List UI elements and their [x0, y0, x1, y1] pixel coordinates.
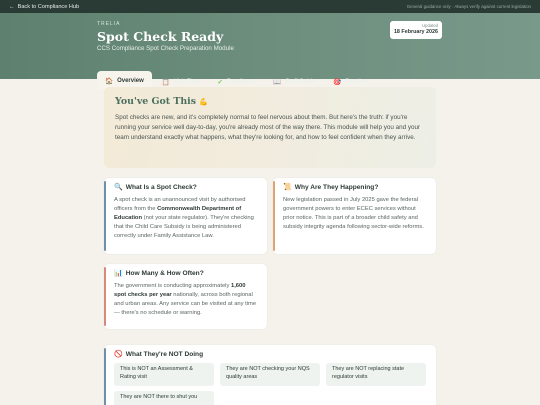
why-happening-card: 📜 Why Are They Happening? New legislatio…: [273, 178, 436, 254]
card-title: 📜 Why Are They Happening?: [283, 184, 428, 191]
card-body: New legislation passed in July 2025 gave…: [283, 197, 424, 231]
list-item: They are NOT checking your NQS quality a…: [220, 363, 320, 386]
disclaimer-note: General guidance only · Always verify ag…: [406, 4, 531, 9]
tab-label: Visit Flow: [173, 78, 200, 85]
not-doing-list: This is NOT an Assessment & Rating visit…: [114, 363, 428, 405]
tab-label: Overview: [117, 77, 144, 84]
list-item: This is NOT an Assessment & Rating visit: [114, 363, 214, 386]
target-icon: 🎯: [333, 78, 342, 86]
bar-chart-icon: 📊: [114, 270, 123, 277]
flexed-biceps-icon: 💪: [199, 97, 208, 106]
card-title: 📊 How Many & How Often?: [114, 270, 259, 277]
top-bar: ← Back to Compliance Hub General guidanc…: [0, 0, 540, 13]
tab-label: Practice: [345, 78, 368, 85]
hero-title-text: You've Got This: [115, 96, 196, 107]
card-text: The government is conducting approximate…: [114, 283, 231, 289]
prohibited-icon: 🚫: [114, 351, 123, 358]
what-not-doing-card: 🚫 What They're NOT Doing This is NOT an …: [104, 345, 436, 405]
hero-title: You've Got This 💪: [115, 96, 425, 107]
card-title-text: What They're NOT Doing: [125, 351, 204, 358]
house-icon: 🏠: [105, 77, 114, 85]
scroll-icon: 📜: [283, 184, 292, 191]
what-is-spot-check-card: 🔍 What Is a Spot Check? A spot check is …: [104, 178, 267, 254]
hero-card: You've Got This 💪 Spot checks are new, a…: [104, 87, 436, 168]
tab-label: Staff Guide: [285, 78, 316, 85]
page-subtitle: CCS Compliance Spot Check Preparation Mo…: [97, 45, 234, 52]
card-body: A spot check is an unannounced visit by …: [114, 196, 259, 241]
back-to-hub-link[interactable]: ← Back to Compliance Hub: [9, 4, 79, 10]
checkmark-icon: ✔: [217, 78, 223, 86]
clipboard-icon: 📋: [161, 78, 170, 86]
page-header: TRELIA Spot Check Ready CCS Compliance S…: [0, 13, 540, 90]
book-icon: 📖: [273, 78, 282, 86]
updated-badge: Updated 18 February 2026: [390, 21, 442, 39]
list-item: They are NOT replacing state regulator v…: [326, 363, 426, 386]
card-body: The government is conducting approximate…: [114, 282, 259, 318]
magnifier-icon: 🔍: [114, 184, 123, 191]
tab-label: Readiness: [226, 78, 256, 85]
page-title: Spot Check Ready: [97, 29, 224, 44]
hero-text: Spot checks are new, and it's completely…: [115, 114, 421, 142]
list-item: They are NOT there to shut you: [114, 391, 214, 405]
card-title-text: How Many & How Often?: [125, 270, 204, 277]
arrow-left-icon: ←: [9, 3, 15, 10]
card-title: 🚫 What They're NOT Doing: [114, 351, 428, 358]
card-title-text: Why Are They Happening?: [294, 184, 379, 191]
back-link-label: Back to Compliance Hub: [17, 3, 80, 10]
card-title: 🔍 What Is a Spot Check?: [114, 184, 259, 191]
how-many-card: 📊 How Many & How Often? The government i…: [104, 264, 267, 329]
card-title-text: What Is a Spot Check?: [125, 184, 197, 191]
updated-date: 18 February 2026: [393, 29, 438, 35]
updated-label: Updated: [422, 23, 438, 28]
brand-label: TRELIA: [97, 21, 121, 27]
